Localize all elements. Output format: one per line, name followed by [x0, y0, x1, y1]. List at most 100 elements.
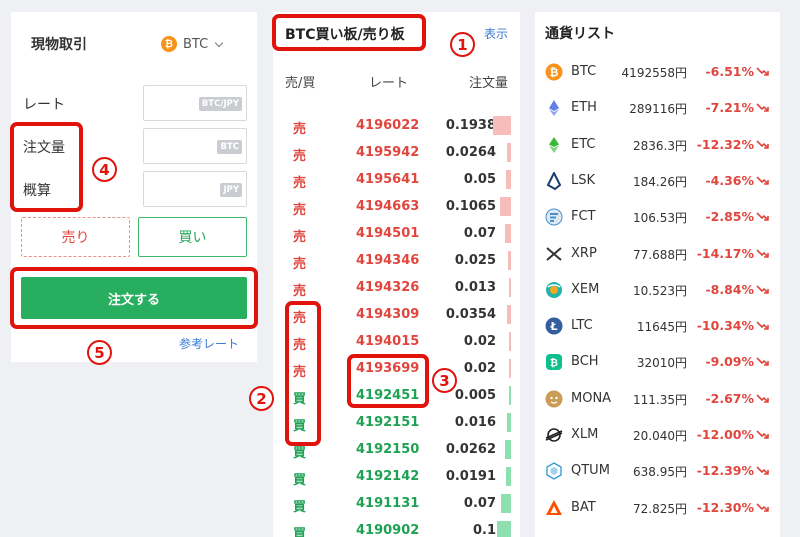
order-row-buy[interactable]: 買 4190902 0.1: [273, 518, 520, 537]
currency-row-xlm[interactable]: XLM 20.040円 -12.00%: [535, 417, 780, 453]
order-rate: 4192142: [356, 469, 420, 484]
order-qty: 0.07: [463, 496, 496, 511]
order-row-sell[interactable]: 売 4195641 0.05: [273, 167, 520, 194]
order-side: 買: [293, 527, 307, 537]
order-rate: 4194326: [356, 280, 420, 295]
qtum-icon: [545, 462, 563, 481]
currency-change: -14.17%: [696, 245, 754, 261]
bitcoin-icon: ₿: [545, 63, 563, 81]
order-side: 売: [293, 365, 307, 380]
order-rate: 4194309: [356, 307, 420, 322]
order-rate: 4193699: [356, 361, 420, 376]
currency-change: -2.85%: [705, 209, 754, 225]
coin-selector[interactable]: ₿ BTC: [161, 36, 224, 52]
depth-bar: [493, 116, 511, 135]
order-row-sell[interactable]: 売 4194015 0.02: [273, 329, 520, 356]
order-qty: 0.0354: [445, 307, 496, 322]
rate-input[interactable]: BTC/JPY: [143, 85, 247, 121]
currency-row-ltc[interactable]: Ł LTC 11645円 -10.34%: [535, 308, 780, 344]
buy-button[interactable]: 買い: [138, 217, 247, 257]
trend-down-arrow-icon: [756, 136, 770, 150]
currency-row-btc[interactable]: ₿ BTC 4192558円 -6.51%: [535, 54, 780, 90]
currency-price: 10.523円: [633, 283, 687, 298]
order-rate: 4195641: [356, 172, 420, 187]
amount-input[interactable]: BTC: [143, 128, 247, 164]
order-qty: 0.013: [454, 280, 496, 295]
order-row-sell[interactable]: 売 4194663 0.1065: [273, 194, 520, 221]
currency-row-mona[interactable]: MONA 111.35円 -2.67%: [535, 381, 780, 417]
order-row-buy[interactable]: 買 4192451 0.005: [273, 383, 520, 410]
order-side: 売: [293, 230, 307, 245]
estimate-input[interactable]: JPY: [143, 171, 247, 207]
trend-down-arrow-icon: [756, 462, 770, 476]
order-row-sell[interactable]: 売 4195942 0.0264: [273, 140, 520, 167]
trend-down-arrow-icon: [756, 63, 770, 77]
bat-icon: [545, 499, 563, 517]
depth-bar: [509, 332, 511, 351]
currency-symbol: ETH: [571, 100, 597, 116]
litecoin-icon: Ł: [545, 317, 563, 335]
order-qty: 0.05: [463, 172, 496, 187]
order-row-sell[interactable]: 売 4194326 0.013: [273, 275, 520, 302]
order-side: 売: [293, 149, 307, 164]
currency-change: -8.84%: [705, 281, 754, 297]
trend-down-arrow-icon: [756, 353, 770, 367]
currency-price: 289116円: [629, 102, 687, 117]
spot-trade-title: 現物取引: [31, 37, 87, 53]
currency-change: -12.39%: [696, 463, 754, 479]
currency-change: -6.51%: [705, 64, 754, 79]
depth-bar: [506, 170, 511, 189]
order-row-sell[interactable]: 売 4193699 0.02: [273, 356, 520, 383]
currency-symbol: ETC: [571, 136, 596, 152]
order-rate: 4194663: [356, 199, 420, 214]
currency-row-lsk[interactable]: LSK 184.26円 -4.36%: [535, 163, 780, 199]
currency-row-etc[interactable]: ETC 2836.3円 -12.32%: [535, 127, 780, 163]
currency-row-bch[interactable]: ₿ BCH 32010円 -9.09%: [535, 344, 780, 380]
order-rate: 4192151: [356, 415, 420, 430]
currency-row-bat[interactable]: BAT 72.825円 -12.30%: [535, 490, 780, 526]
factom-icon: [545, 208, 563, 226]
header-side: 売/買: [285, 76, 316, 91]
trend-down-arrow-icon: [756, 426, 770, 440]
currency-change: -12.00%: [696, 427, 754, 442]
currency-symbol: LSK: [571, 172, 596, 188]
sell-button[interactable]: 売り: [21, 217, 130, 257]
currency-row-qtum[interactable]: QTUM 638.95円 -12.39%: [535, 453, 780, 489]
currency-row-xrp[interactable]: XRP 77.688円 -14.17%: [535, 236, 780, 272]
bitcoin-cash-icon: ₿: [545, 353, 563, 371]
trend-down-arrow-icon: [756, 99, 770, 113]
monacoin-icon: [545, 390, 563, 408]
currency-row-eth[interactable]: ETH 289116円 -7.21%: [535, 90, 780, 126]
order-row-buy[interactable]: 買 4192142 0.0191: [273, 464, 520, 491]
currency-price: 72.825円: [633, 501, 687, 516]
order-row-sell[interactable]: 売 4194501 0.07: [273, 221, 520, 248]
currency-price: 4192558円: [621, 66, 687, 80]
currency-symbol: BTC: [571, 64, 597, 79]
annotation-number-3: 3: [432, 368, 457, 393]
amount-unit-tag: BTC: [217, 140, 242, 154]
order-row-sell[interactable]: 売 4194346 0.025: [273, 248, 520, 275]
order-row-buy[interactable]: 買 4192151 0.016: [273, 410, 520, 437]
currency-row-xem[interactable]: XEM 10.523円 -8.84%: [535, 272, 780, 308]
order-row-buy[interactable]: 買 4192150 0.0262: [273, 437, 520, 464]
depth-bar: [509, 359, 511, 378]
currency-change: -2.67%: [705, 390, 754, 406]
spot-trade-panel: 現物取引 ₿ BTC レート BTC/JPY 注文量 BTC 概算 JPY 売り…: [11, 12, 257, 362]
order-row-sell[interactable]: 売 4194309 0.0354: [273, 302, 520, 329]
ripple-icon: [545, 245, 563, 263]
order-qty: 0.025: [454, 253, 496, 268]
place-order-button[interactable]: 注文する: [21, 277, 247, 319]
trend-down-arrow-icon: [756, 281, 770, 295]
order-row-sell[interactable]: 売 4196022 0.1938: [273, 113, 520, 140]
header-rate: レート: [369, 76, 409, 91]
trend-down-arrow-icon: [756, 317, 770, 331]
order-qty: 0.016: [454, 415, 496, 430]
currency-row-fct[interactable]: FCT 106.53円 -2.85%: [535, 199, 780, 235]
trend-down-arrow-icon: [756, 245, 770, 259]
order-row-buy[interactable]: 買 4191131 0.07: [273, 491, 520, 518]
order-rate: 4192451: [356, 388, 420, 403]
reference-rate-link[interactable]: 参考レート: [179, 335, 239, 352]
depth-bar: [507, 143, 511, 162]
order-book-show-link[interactable]: 表示: [484, 25, 508, 42]
nem-icon: [545, 281, 563, 299]
